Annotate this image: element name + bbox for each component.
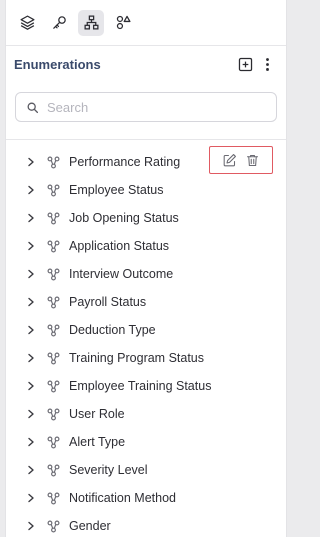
tree-item[interactable]: Gender <box>6 512 286 537</box>
chevron-right-icon[interactable] <box>26 324 38 336</box>
share-node-icon <box>47 183 61 197</box>
more-options-button[interactable] <box>256 53 278 75</box>
chevron-right-icon[interactable] <box>26 492 38 504</box>
share-node-icon <box>47 519 61 533</box>
hierarchy-button[interactable] <box>78 9 104 36</box>
shapes-button[interactable] <box>110 10 136 36</box>
tree-item[interactable]: User Role <box>6 400 286 428</box>
layers-button[interactable] <box>14 10 40 36</box>
chevron-right-icon[interactable] <box>26 156 38 168</box>
chevron-right-icon[interactable] <box>26 212 38 224</box>
share-node-icon <box>47 491 61 505</box>
add-enumeration-button[interactable] <box>234 53 256 75</box>
share-node-icon <box>47 267 61 281</box>
share-node-icon <box>47 323 61 337</box>
tree-item-label: Interview Outcome <box>69 267 174 281</box>
share-node-icon <box>47 295 61 309</box>
tree-item[interactable]: Training Program Status <box>6 344 286 372</box>
toolbar <box>6 0 286 46</box>
row-actions-highlight <box>209 146 273 174</box>
share-node-icon <box>47 463 61 477</box>
tree-item-label: Gender <box>69 519 111 533</box>
section-header: Enumerations <box>6 46 286 82</box>
search-icon <box>27 102 39 113</box>
tree-item[interactable]: Application Status <box>6 232 286 260</box>
tree-item[interactable]: Severity Level <box>6 456 286 484</box>
tree-item-label: Notification Method <box>69 491 177 505</box>
chevron-right-icon[interactable] <box>26 240 38 252</box>
shapes-icon <box>116 15 131 30</box>
tree-item[interactable]: Payroll Status <box>6 288 286 316</box>
tree-item-label: Deduction Type <box>69 323 156 337</box>
trash-icon[interactable] <box>245 152 261 168</box>
tree-item[interactable]: Employee Status <box>6 176 286 204</box>
tree-item-label: Application Status <box>69 239 170 253</box>
chevron-right-icon[interactable] <box>26 380 38 392</box>
tree-item-label: Payroll Status <box>69 295 147 309</box>
add-square-icon <box>238 57 252 71</box>
chevron-right-icon[interactable] <box>26 436 38 448</box>
tree-item[interactable]: Employee Training Status <box>6 372 286 400</box>
tree-item[interactable]: Deduction Type <box>6 316 286 344</box>
vertical-dots-icon <box>265 57 269 71</box>
tree-item[interactable]: Performance Rating <box>6 146 286 176</box>
share-node-icon <box>47 379 61 393</box>
chevron-right-icon[interactable] <box>26 464 38 476</box>
tree-item-label: Employee Training Status <box>69 379 212 393</box>
key-icon <box>52 16 66 29</box>
tree-item-label: Severity Level <box>69 463 148 477</box>
share-node-icon <box>47 155 61 169</box>
share-node-icon <box>47 351 61 365</box>
section-title: Enumerations <box>14 56 101 72</box>
tree-item[interactable]: Notification Method <box>6 484 286 512</box>
enumeration-tree: Performance Rating Employee Status Job O… <box>6 140 286 537</box>
chevron-right-icon[interactable] <box>26 408 38 420</box>
tree-item-label: Employee Status <box>69 183 164 197</box>
hierarchy-icon <box>83 15 99 30</box>
search-input[interactable] <box>47 99 276 115</box>
share-node-icon <box>47 407 61 421</box>
tree-item[interactable]: Alert Type <box>6 428 286 456</box>
chevron-right-icon[interactable] <box>26 268 38 280</box>
chevron-right-icon[interactable] <box>26 352 38 364</box>
search-box <box>15 92 277 122</box>
tree-item[interactable]: Job Opening Status <box>6 204 286 232</box>
layers-icon <box>19 15 35 30</box>
tree-item[interactable]: Interview Outcome <box>6 260 286 288</box>
tree-item-label: Alert Type <box>69 435 126 449</box>
share-node-icon <box>47 435 61 449</box>
edit-icon[interactable] <box>222 152 238 168</box>
tree-item-label: Job Opening Status <box>69 211 179 225</box>
chevron-right-icon[interactable] <box>26 520 38 532</box>
key-button[interactable] <box>46 10 72 36</box>
chevron-right-icon[interactable] <box>26 184 38 196</box>
chevron-right-icon[interactable] <box>26 296 38 308</box>
share-node-icon <box>47 239 61 253</box>
tree-item-label: Performance Rating <box>69 155 181 169</box>
tree-item-label: User Role <box>69 407 125 421</box>
search-area <box>6 82 286 140</box>
tree-item-label: Training Program Status <box>69 351 205 365</box>
enumerations-panel: Enumerations Performance Rating Employee… <box>5 0 287 537</box>
share-node-icon <box>47 211 61 225</box>
